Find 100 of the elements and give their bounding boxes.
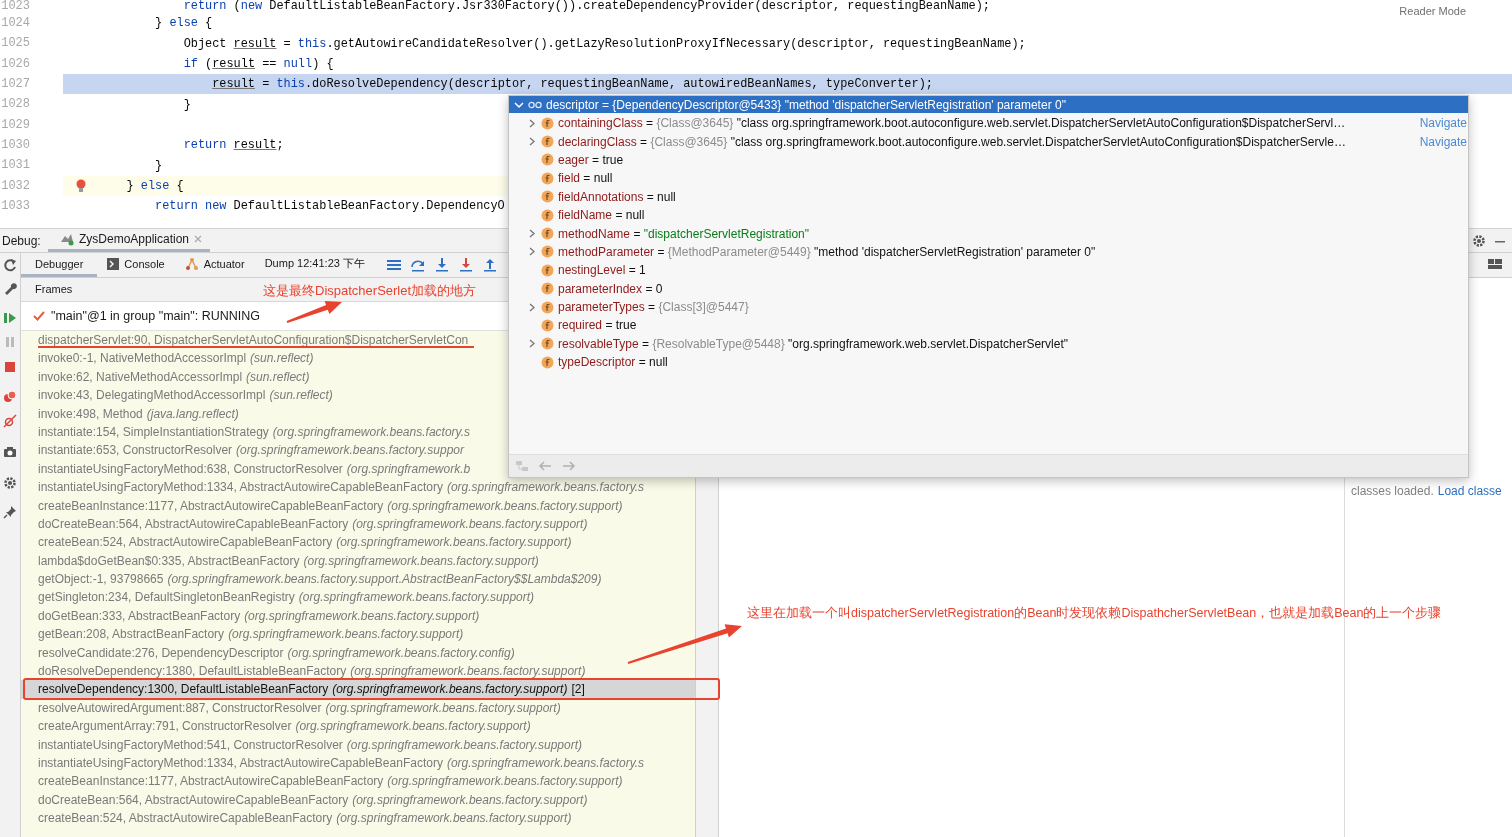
- stack-frame[interactable]: instantiate:154, SimpleInstantiationStrategy (org.springframework.beans.factory.s: [38, 422, 470, 442]
- step-out-icon[interactable]: [482, 258, 497, 272]
- variable-text[interactable]: eager = true: [558, 152, 624, 167]
- stack-frame[interactable]: instantiateUsingFactoryMethod:1334, AbstractAutowireCapableBeanFactory (org.springframework.beans.factory.s: [38, 754, 645, 773]
- stack-frame[interactable]: createArgumentArray:791, ConstructorResolver (org.springframework.beans.factory.support): [38, 717, 531, 736]
- annotation-text: 这是最终DispatcherSerlet加载的地方: [263, 282, 477, 300]
- field-icon: [541, 190, 554, 204]
- load-classes-link[interactable]: Load classe: [1437, 484, 1502, 498]
- stack-frame[interactable]: doResolveDependency:1380, DefaultListableBeanFactory (org.springframework.beans.factory.support): [38, 662, 586, 681]
- variable-text[interactable]: parameterTypes = {Class[3]@5447}: [558, 300, 749, 315]
- breakpoints-icon[interactable]: [3, 390, 17, 404]
- stack-frame[interactable]: resolveCandidate:276, DependencyDescriptor (org.springframework.beans.factory.config): [38, 643, 515, 663]
- camera-icon[interactable]: [3, 445, 17, 459]
- rerun-icon[interactable]: [3, 258, 17, 272]
- variable-text[interactable]: fieldName = null: [558, 208, 645, 223]
- stack-frame[interactable]: createBean:524, AbstractAutowireCapableBeanFactory (org.springframework.beans.factory.support): [38, 533, 572, 552]
- stack-frame[interactable]: resolveDependency:1300, DefaultListableBeanFactory (org.springframework.beans.factory.support) [2]: [21, 680, 695, 699]
- field-icon: [541, 116, 554, 130]
- stack-frame[interactable]: dispatcherServlet:90, DispatcherServletAutoConfiguration$DispatcherServletCon: [38, 331, 469, 350]
- wrench-icon[interactable]: [3, 281, 17, 295]
- debugger-tab[interactable]: Dump 12:41:23 下午: [254, 253, 375, 277]
- field-icon: [541, 319, 554, 332]
- step-over-icon[interactable]: [410, 258, 425, 272]
- field-icon: [541, 337, 554, 351]
- variable-text[interactable]: containingClass = {Class@3645} "class org.springframework.boot.autoconfigure.web.servlet.DispatcherServletAutoConfiguration$DispatcherServl…: [558, 116, 1346, 131]
- stack-frame[interactable]: createBeanInstance:1177, AbstractAutowireCapableBeanFactory (org.springframework.beans.factory.support): [38, 496, 623, 515]
- watch-glasses-icon: [528, 100, 542, 109]
- stack-frame[interactable]: getBean:208, AbstractBeanFactory (org.springframework.beans.factory.support): [38, 625, 464, 644]
- code-line: } else {: [125, 178, 184, 193]
- code-line: }: [154, 158, 163, 173]
- variable-text[interactable]: resolvableType = {ResolvableType@5448} "org.springframework.web.servlet.DispatcherServlet": [558, 336, 1068, 351]
- stack-frame[interactable]: instantiate:653, ConstructorResolver (org.springframework.beans.factory.suppor: [38, 441, 464, 460]
- variable-text[interactable]: typeDescriptor = null: [558, 355, 668, 370]
- pin-icon[interactable]: [3, 505, 17, 519]
- panel-label: Debug:: [1, 233, 42, 248]
- stack-frame[interactable]: doCreateBean:564, AbstractAutowireCapableBeanFactory (org.springframework.beans.factory.support): [38, 790, 588, 810]
- variable-text[interactable]: field = null: [558, 171, 613, 186]
- thread-item[interactable]: "main"@1 in group "main": RUNNING: [33, 309, 260, 323]
- field-icon: [541, 208, 554, 222]
- variable-text[interactable]: parameterIndex = 0: [558, 281, 663, 296]
- panel-title: Frames: [35, 283, 73, 295]
- app-icon: [60, 232, 74, 246]
- line-number: 1028: [0, 96, 30, 114]
- stack-frame[interactable]: doGetBean:333, AbstractBeanFactory (org.springframework.beans.factory.support): [38, 606, 480, 626]
- line-number: 1024: [0, 15, 30, 32]
- navigate-link[interactable]: Navigate: [1419, 134, 1468, 149]
- settings-icon[interactable]: [1472, 233, 1486, 248]
- chevron-down-icon[interactable]: [514, 99, 524, 110]
- field-icon: [541, 153, 554, 167]
- stack-frame[interactable]: getObject:-1, 93798665 (org.springframework.beans.factory.support.AbstractBeanFactory$$Lambda$209): [38, 570, 602, 589]
- menu-icon[interactable]: [386, 259, 401, 271]
- status-text: classes loaded.: [1351, 484, 1434, 498]
- stack-frame[interactable]: getSingleton:234, DefaultSingletonBeanRegistry (org.springframework.beans.factory.support): [38, 588, 535, 607]
- mute-breakpoints-icon[interactable]: [3, 414, 17, 428]
- line-number: 1025: [0, 35, 30, 53]
- variable-text[interactable]: methodParameter = {MethodParameter@5449} "method 'dispatcherServletRegistration' parameter 0": [558, 244, 1096, 259]
- selected-variable-row[interactable]: descriptor = {DependencyDescriptor@5433} "method 'dispatcherServletRegistration' parameter 0": [509, 96, 1468, 113]
- lightbulb-icon[interactable]: [76, 178, 86, 193]
- variable-text[interactable]: methodName = "dispatcherServletRegistration": [558, 226, 809, 241]
- console-icon: [107, 257, 120, 270]
- check-icon: [33, 311, 45, 321]
- field-icon: [541, 282, 554, 296]
- stack-frame[interactable]: invoke:43, DelegatingMethodAccessorImpl (sun.reflect): [38, 386, 333, 405]
- line-number: 1027: [0, 76, 30, 94]
- code-line: }: [182, 97, 191, 112]
- debugger-tab[interactable]: Actuator: [174, 253, 255, 277]
- field-icon: [541, 171, 554, 185]
- line-number: 1023: [0, 0, 30, 13]
- stop-icon[interactable]: [3, 360, 17, 374]
- stack-frame[interactable]: createBean:524, AbstractAutowireCapableBeanFactory (org.springframework.beans.factory.support): [38, 809, 572, 828]
- nodes-icon: [184, 256, 199, 271]
- variable-text[interactable]: fieldAnnotations = null: [558, 189, 676, 204]
- field-icon: [541, 245, 554, 259]
- line-number: 1029: [0, 116, 30, 134]
- navigate-link[interactable]: Navigate: [1419, 116, 1468, 131]
- stack-frame[interactable]: createBeanInstance:1177, AbstractAutowireCapableBeanFactory (org.springframework.beans.factory.support): [38, 772, 623, 791]
- stack-frame[interactable]: invoke:498, Method (java.lang.reflect): [38, 404, 239, 423]
- line-number: 1030: [0, 137, 30, 155]
- debugger-tab[interactable]: Debugger: [21, 253, 98, 277]
- stack-frame[interactable]: lambda$doGetBean$0:335, AbstractBeanFactory (org.springframework.beans.factory.support): [38, 551, 539, 571]
- stack-frame[interactable]: invoke0:-1, NativeMethodAccessorImpl (sun.reflect): [38, 349, 314, 368]
- settings-icon[interactable]: [3, 476, 17, 490]
- stack-frame[interactable]: instantiateUsingFactoryMethod:638, ConstructorResolver (org.springframework.b: [38, 459, 471, 479]
- stack-frame[interactable]: doCreateBean:564, AbstractAutowireCapableBeanFactory (org.springframework.beans.factory.support): [38, 514, 588, 534]
- stack-frame[interactable]: instantiateUsingFactoryMethod:1334, AbstractAutowireCapableBeanFactory (org.springframework.beans.factory.s: [38, 478, 645, 497]
- reader-mode-link[interactable]: Reader Mode: [1399, 5, 1466, 17]
- variable-text[interactable]: nestingLevel = 1: [558, 263, 646, 278]
- layout-icon[interactable]: [1488, 259, 1502, 271]
- variable-text[interactable]: required = true: [558, 318, 637, 333]
- stack-frame[interactable]: instantiateUsingFactoryMethod:541, ConstructorResolver (org.springframework.beans.factory.support): [38, 735, 583, 754]
- debugger-tab[interactable]: Console: [97, 253, 175, 277]
- line-number: 1031: [0, 157, 30, 175]
- session-tab[interactable]: ZysDemoApplication: [48, 229, 211, 252]
- variable-text[interactable]: declaringClass = {Class@3645} "class org.springframework.boot.autoconfigure.web.servlet.DispatcherServletAutoConfiguration$DispatcherServle…: [558, 134, 1346, 149]
- code-line: Object result = this.getAutowireCandidateResolver().getLazyResolutionProxyIfNecessary(descriptor, requestingBeanName);: [182, 36, 1026, 51]
- stack-frame[interactable]: resolveAutowiredArgument:887, ConstructorResolver (org.springframework.beans.factory.support): [38, 698, 561, 718]
- force-step-into-icon[interactable]: [458, 258, 473, 272]
- stack-frame[interactable]: invoke:62, NativeMethodAccessorImpl (sun.reflect): [38, 367, 310, 387]
- step-into-icon[interactable]: [434, 258, 449, 272]
- resume-icon[interactable]: [3, 311, 17, 325]
